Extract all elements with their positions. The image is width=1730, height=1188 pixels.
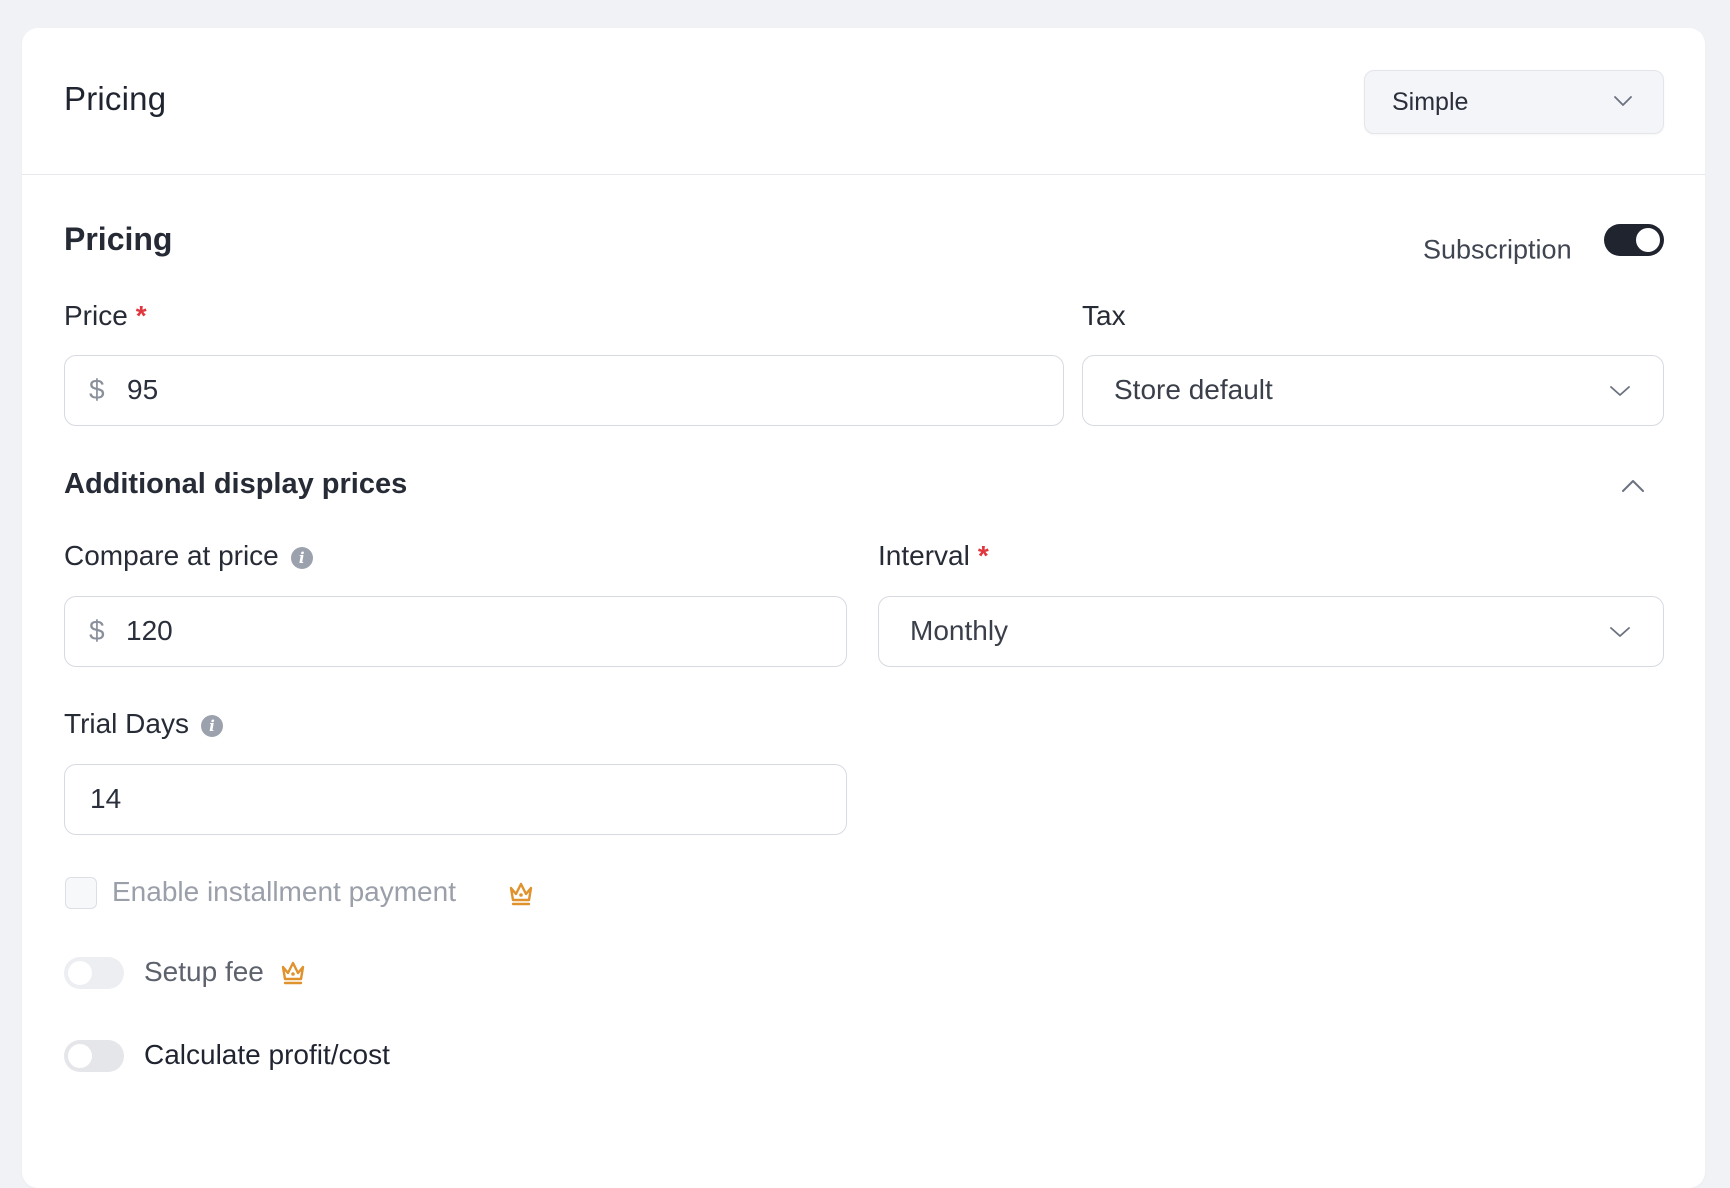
interval-select[interactable]: Monthly [878, 596, 1664, 667]
interval-label: Interval * [878, 540, 989, 572]
tax-label: Tax [1082, 300, 1126, 331]
compare-at-price-label-text: Compare at price [64, 540, 279, 571]
installment-label: Enable installment payment [112, 876, 456, 907]
crown-icon [281, 961, 305, 985]
trial-days-input[interactable]: 14 [64, 764, 847, 835]
trial-days-label: Trial Days i [64, 708, 223, 740]
currency-symbol: $ [89, 615, 105, 646]
price-label: Price * [64, 300, 147, 332]
required-mark: * [135, 300, 147, 331]
toggle-knob [1636, 228, 1660, 252]
info-icon[interactable]: i [200, 715, 223, 737]
trial-days-value: 14 [90, 783, 122, 814]
interval-label-text: Interval [878, 540, 970, 571]
card-title: Pricing [64, 80, 167, 117]
subscription-toggle[interactable] [1604, 224, 1664, 256]
product-type-select[interactable]: Simple [1364, 70, 1664, 134]
crown-icon [509, 882, 533, 906]
pricing-card: Pricing Simple Pricing Subscription Pric… [22, 28, 1705, 1188]
profit-cost-toggle[interactable] [64, 1040, 124, 1072]
pricing-section-title: Pricing [64, 221, 173, 257]
card-header: Pricing Simple [22, 28, 1705, 175]
installment-checkbox[interactable] [65, 877, 97, 909]
chevron-down-icon [1610, 386, 1630, 396]
interval-value: Monthly [910, 615, 1009, 646]
price-value: 95 [127, 374, 159, 405]
trial-days-label-text: Trial Days [64, 708, 189, 739]
additional-prices-toggle[interactable]: Additional display prices [64, 468, 407, 501]
compare-at-price-input[interactable]: $ 120 [64, 596, 847, 667]
tax-select[interactable]: Store default [1082, 355, 1664, 426]
currency-symbol: $ [89, 374, 105, 405]
toggle-knob [68, 961, 92, 985]
compare-at-price-value: 120 [126, 615, 173, 646]
tax-value: Store default [1114, 374, 1273, 405]
chevron-down-icon [1614, 96, 1632, 106]
compare-at-price-label: Compare at price i [64, 540, 313, 572]
price-input[interactable]: $ 95 [64, 355, 1064, 426]
product-type-value: Simple [1392, 88, 1469, 116]
chevron-down-icon [1610, 627, 1630, 637]
subscription-label: Subscription [1423, 234, 1572, 265]
setup-fee-toggle[interactable] [64, 957, 124, 989]
profit-cost-label: Calculate profit/cost [144, 1039, 390, 1070]
required-mark: * [977, 540, 989, 571]
chevron-up-icon[interactable] [1622, 479, 1644, 493]
price-label-text: Price [64, 300, 128, 331]
toggle-knob [68, 1044, 92, 1068]
info-icon[interactable]: i [290, 547, 313, 569]
setup-fee-label: Setup fee [144, 956, 264, 987]
